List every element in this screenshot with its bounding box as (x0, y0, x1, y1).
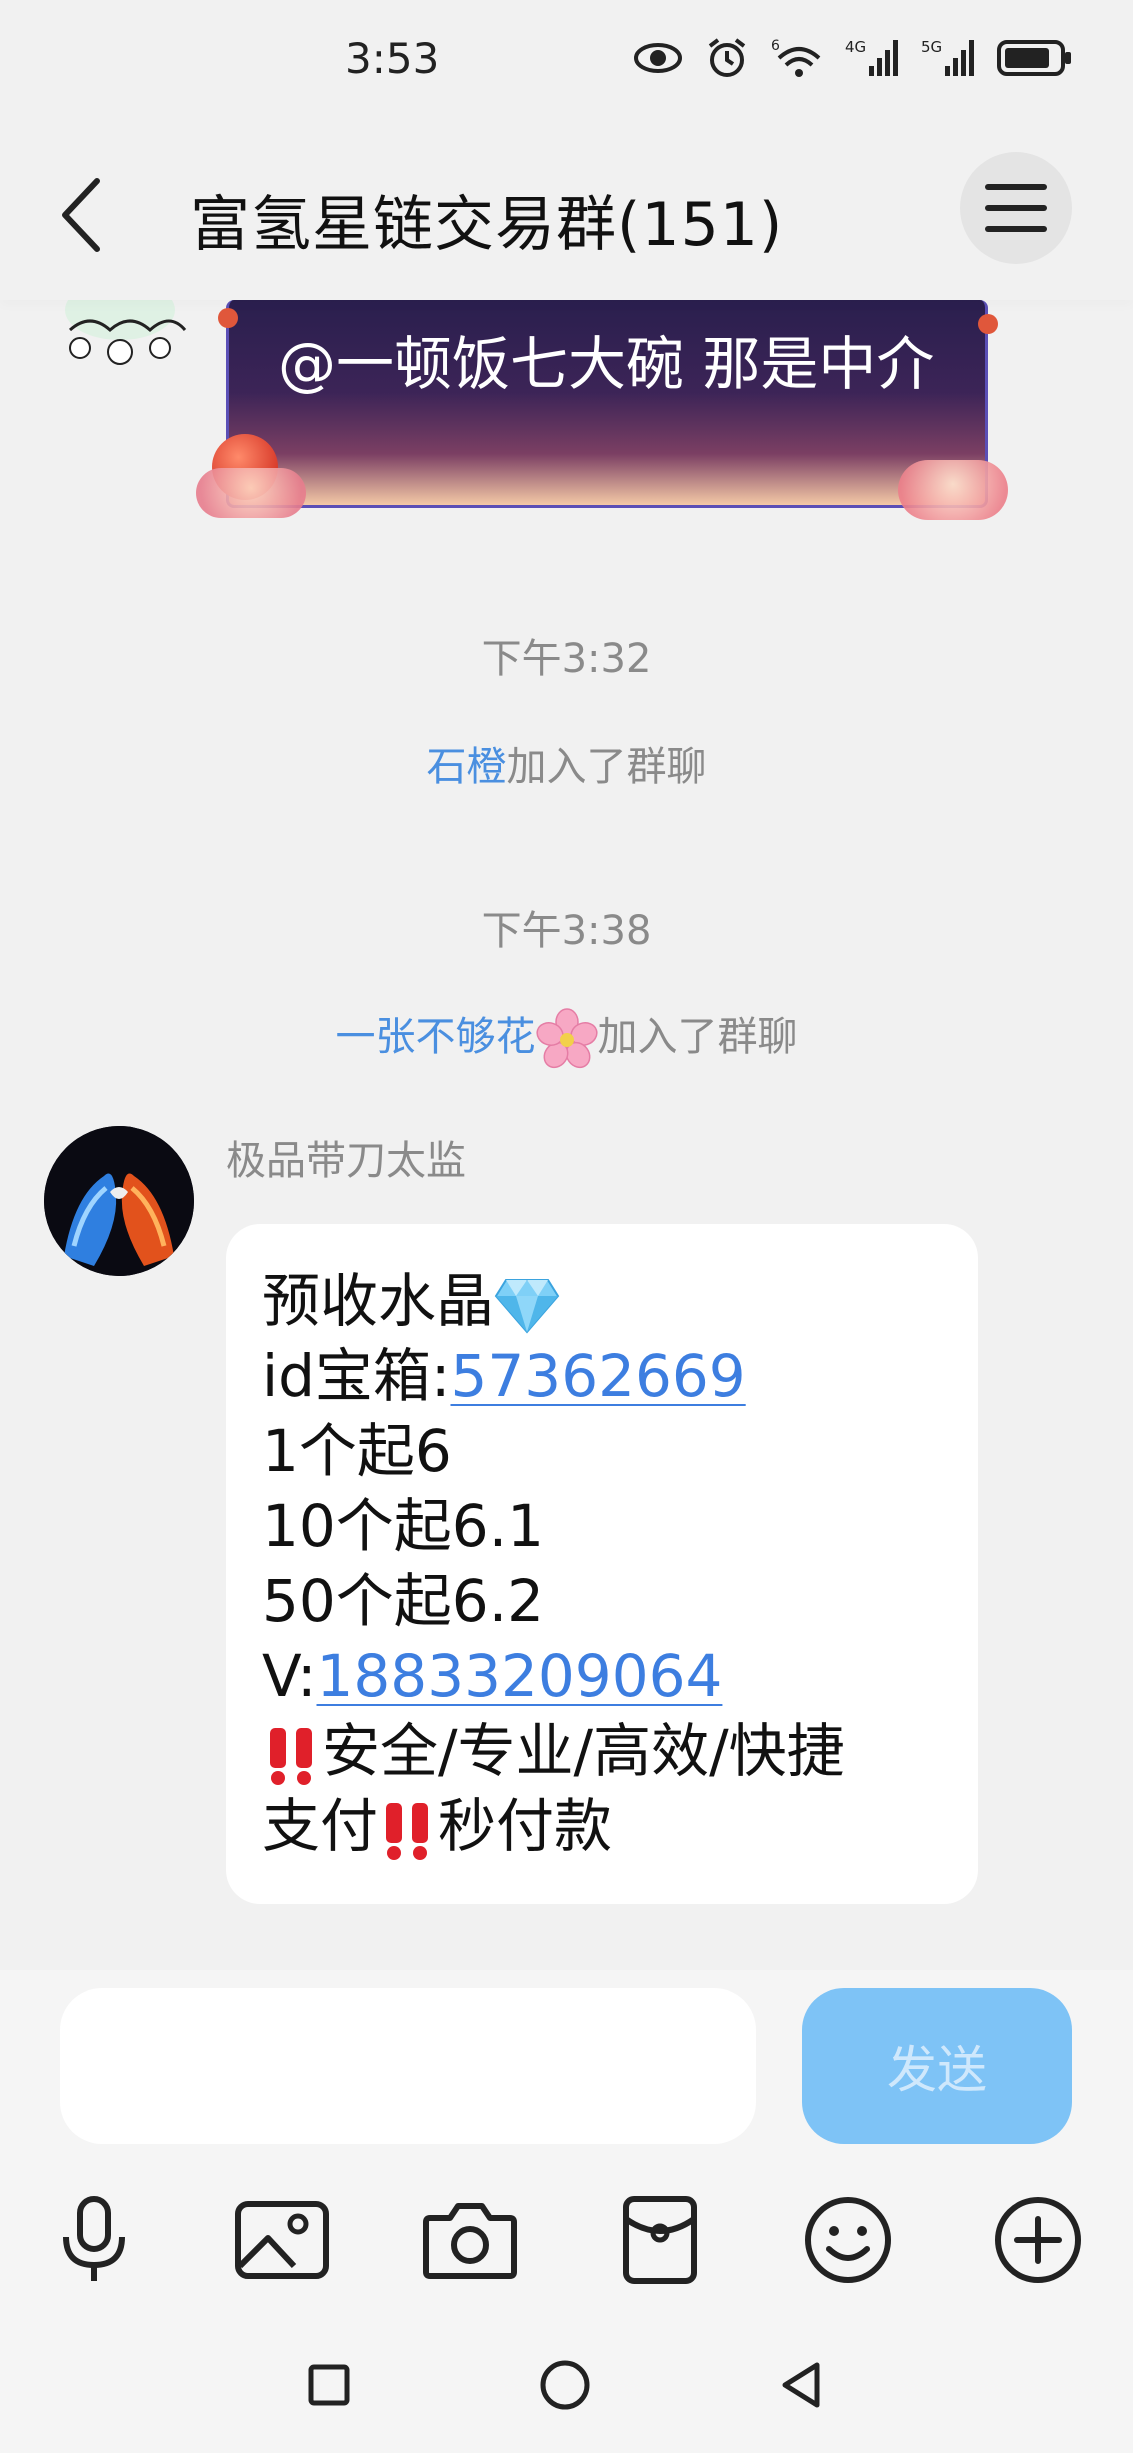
sender-name: 极品带刀太监 (226, 1138, 466, 1184)
message-line: 50个起6.2 (262, 1567, 545, 1635)
timestamp: 下午3:38 (481, 908, 652, 954)
signal-5g-icon: 5G (921, 38, 974, 76)
svg-text:5G: 5G (921, 38, 942, 56)
send-button[interactable]: 发送 (802, 1988, 1072, 2144)
alarm-icon (708, 38, 746, 77)
phone-link[interactable]: 18833209064 (317, 1642, 723, 1710)
message-text: id宝箱: (262, 1342, 451, 1410)
system-join-message: 一张不够花 加入了群聊 (0, 1004, 1133, 1070)
message-text: 安全/专业/高效/快捷 (322, 1717, 845, 1785)
eye-icon (634, 43, 682, 73)
camera-icon (423, 2203, 517, 2279)
message-line: id宝箱:57362669 (262, 1339, 942, 1414)
gallery-button[interactable] (232, 2190, 332, 2290)
spark-decoration (218, 308, 238, 328)
cloud-decoration-right (898, 460, 1008, 520)
message-text: 预收水晶 (262, 1267, 495, 1335)
status-bar: 3:53 6 4G 5G (0, 0, 1133, 130)
message-line: 安全/专业/高效/快捷 (262, 1714, 942, 1789)
system-join-message: 石橙加入了群聊 (0, 734, 1133, 792)
gem-icon (494, 1278, 560, 1334)
camera-button[interactable] (420, 2190, 520, 2290)
input-bar: 发送 (0, 1970, 1133, 2150)
home-icon (540, 2360, 590, 2410)
red-packet-icon (623, 2196, 697, 2284)
fancy-bubble-text: @一顿饭七大碗 那是中介 (278, 330, 935, 398)
group-title: 富氢星链交易群(151) (190, 190, 784, 260)
message-text: V: (262, 1642, 317, 1710)
image-icon (235, 2201, 329, 2279)
svg-text:6: 6 (771, 38, 780, 54)
svg-text:4G: 4G (845, 38, 866, 56)
message-line: 预收水晶 (262, 1264, 942, 1339)
chat-header: 富氢星链交易群(151) (0, 130, 1133, 300)
system-navigation-bar (0, 2320, 1133, 2453)
home-button[interactable] (530, 2350, 600, 2420)
cloud-decoration-left (196, 468, 306, 518)
message-line: 10个起6.1 (262, 1492, 545, 1560)
emoji-icon (805, 2197, 891, 2283)
join-text: 加入了群聊 (506, 744, 707, 790)
more-button[interactable] (988, 2190, 1088, 2290)
plus-icon (995, 2197, 1081, 2283)
chat-area[interactable]: @一顿饭七大碗 那是中介 下午3:32 石橙加入了群聊 下午3:38 一张不够花… (0, 300, 1133, 1970)
menu-button[interactable] (960, 152, 1072, 264)
status-icons: 6 4G 5G (633, 36, 1073, 80)
recent-apps-icon (308, 2364, 350, 2406)
message-bubble[interactable]: 预收水晶 id宝箱:57362669 1个起6 10个起6.1 50个起6.2 … (226, 1224, 978, 1904)
wifi-6-icon: 6 (771, 38, 821, 77)
input-toolbar (0, 2150, 1133, 2320)
message-line: V:18833209064 (262, 1639, 942, 1714)
join-text: 加入了群聊 (597, 1014, 798, 1060)
message-line: 1个起6 (262, 1417, 452, 1485)
battery-icon (997, 40, 1071, 76)
chevron-left-icon (62, 178, 100, 252)
message-input[interactable] (60, 1988, 756, 2144)
spark-decoration (978, 314, 998, 334)
message-text: 秒付款 (438, 1792, 613, 1860)
fire-ice-hands-image (44, 1126, 194, 1276)
sender-avatar-partial[interactable] (50, 300, 190, 370)
message-line: 支付 秒付款 (262, 1789, 942, 1864)
recent-apps-button[interactable] (294, 2350, 364, 2420)
microphone-icon (63, 2196, 125, 2281)
id-link[interactable]: 57362669 (450, 1342, 745, 1410)
fancy-message-bubble[interactable]: @一顿饭七大碗 那是中介 (196, 300, 1008, 522)
sender-avatar[interactable] (44, 1126, 194, 1276)
signal-4g-icon: 4G (845, 38, 898, 76)
status-time: 3:53 (345, 34, 440, 83)
hamburger-menu-icon (985, 184, 1047, 232)
cherry-blossom-icon (535, 1008, 598, 1069)
back-nav-button[interactable] (766, 2350, 836, 2420)
emoji-button[interactable] (798, 2190, 898, 2290)
timestamp: 下午3:32 (481, 636, 652, 682)
red-packet-button[interactable] (610, 2190, 710, 2290)
double-exclamation-icon (270, 1727, 312, 1785)
message-text: 支付 (262, 1792, 379, 1860)
back-button[interactable] (52, 170, 112, 260)
joined-user-name[interactable]: 一张不够花 (336, 1014, 536, 1060)
back-triangle-icon (782, 2362, 820, 2408)
joined-user-name[interactable]: 石橙 (427, 744, 507, 790)
voice-button[interactable] (44, 2190, 144, 2290)
double-exclamation-icon (386, 1802, 429, 1860)
